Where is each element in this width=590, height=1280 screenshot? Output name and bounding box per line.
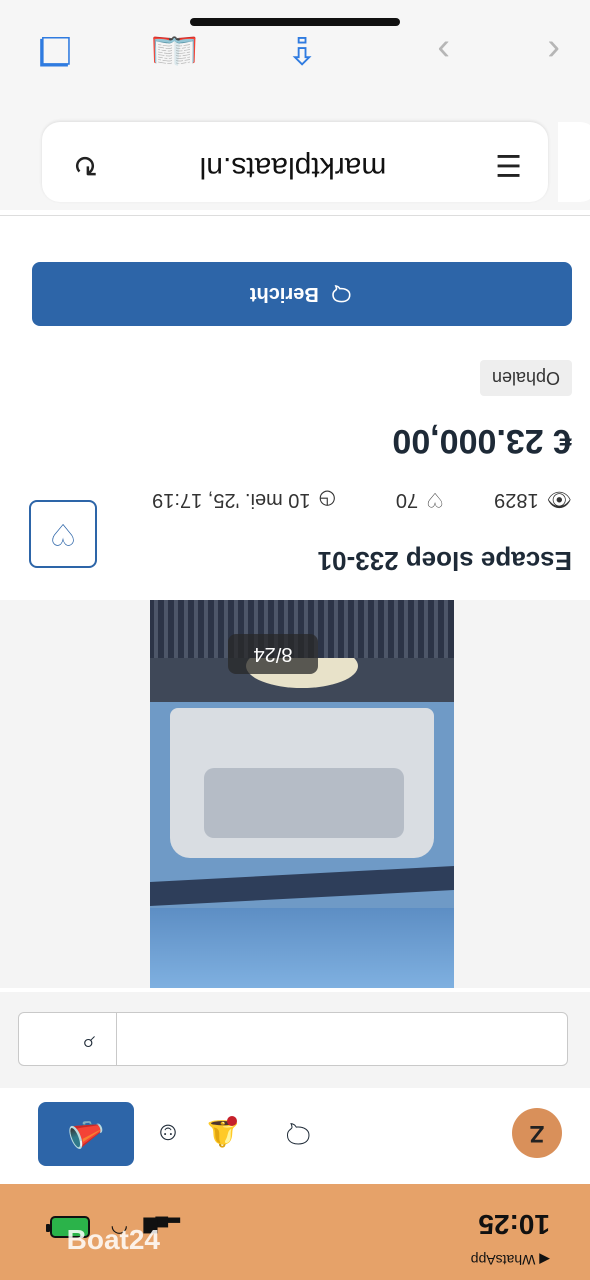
top-nav: Z 🗨 🔔 ☺ 📣 <box>0 1088 590 1184</box>
watermark: Boat24 <box>66 1224 160 1255</box>
tab-peek[interactable] <box>558 122 590 202</box>
forward-icon[interactable]: ‹ <box>547 29 560 72</box>
user-icon[interactable]: ☺ <box>146 1114 190 1154</box>
battery-tip <box>46 1224 50 1232</box>
message-button[interactable]: 🗨 Bericht <box>32 262 572 326</box>
date-value: 10 mei. '25, 17:19 <box>152 489 311 511</box>
place-ad-button[interactable]: 📣 <box>38 1102 134 1166</box>
listing-title: Escape sloep 233-01 <box>317 546 572 576</box>
bell-icon[interactable]: 🔔 <box>201 1114 245 1154</box>
views-value: 1829 <box>494 489 539 511</box>
posted-date: ◷ 10 mei. '25, 17:19 <box>152 487 336 512</box>
bookmarks-icon[interactable]: 📖 <box>151 28 198 72</box>
back-to-app-link[interactable]: ◀ WhatsApp <box>471 1251 550 1268</box>
photo-cushion <box>204 768 404 838</box>
avatar[interactable]: Z <box>512 1108 562 1158</box>
photo-gallery[interactable]: 8/24 <box>0 600 590 988</box>
search-divider <box>116 1013 117 1065</box>
browser-divider <box>0 215 590 216</box>
views-count: 👁 1829 <box>494 487 572 512</box>
address-bar[interactable]: ☰ marktplaats.nl ↻ <box>42 122 548 202</box>
reload-icon[interactable]: ↻ <box>73 147 98 182</box>
search-input[interactable]: ⌕ <box>18 1012 568 1066</box>
chat-bubble-icon: 🗨 <box>328 282 355 305</box>
clock-icon: ◷ <box>318 488 336 510</box>
delivery-tag: Ophalen <box>479 360 572 396</box>
chat-icon[interactable]: 🗨 <box>276 1114 320 1154</box>
message-button-label: Bericht <box>249 283 319 306</box>
search-bar: ⌕ <box>0 992 590 1088</box>
favorite-button[interactable]: ♡ <box>29 500 97 568</box>
notification-dot <box>227 1116 237 1126</box>
status-time: 10:25 <box>478 1209 550 1240</box>
browser-toolbar: ☰ marktplaats.nl ↻ ‹ › ⇪ 📖 ❐ <box>0 0 590 210</box>
listing-price: € 23.000,00 <box>392 422 572 460</box>
photo-bimini <box>150 865 454 907</box>
favorites-value: 70 <box>395 489 419 511</box>
tabs-icon[interactable]: ❐ <box>38 27 72 72</box>
tab-options-icon[interactable]: ☰ <box>495 147 522 182</box>
search-icon[interactable]: ⌕ <box>82 1029 95 1057</box>
home-indicator <box>190 18 400 26</box>
photo-sky <box>150 908 454 988</box>
megaphone-icon: 📣 <box>67 1117 105 1151</box>
share-icon[interactable]: ⇪ <box>286 27 318 72</box>
heart-outline-icon: ♡ <box>426 488 444 510</box>
eye-icon: 👁 <box>546 488 572 510</box>
address-url[interactable]: marktplaats.nl <box>158 150 428 184</box>
heart-icon: ♡ <box>49 517 77 551</box>
favorites-count: ♡ 70 <box>396 487 444 512</box>
image-counter: 8/24 <box>228 634 318 674</box>
back-icon[interactable]: › <box>437 29 450 72</box>
